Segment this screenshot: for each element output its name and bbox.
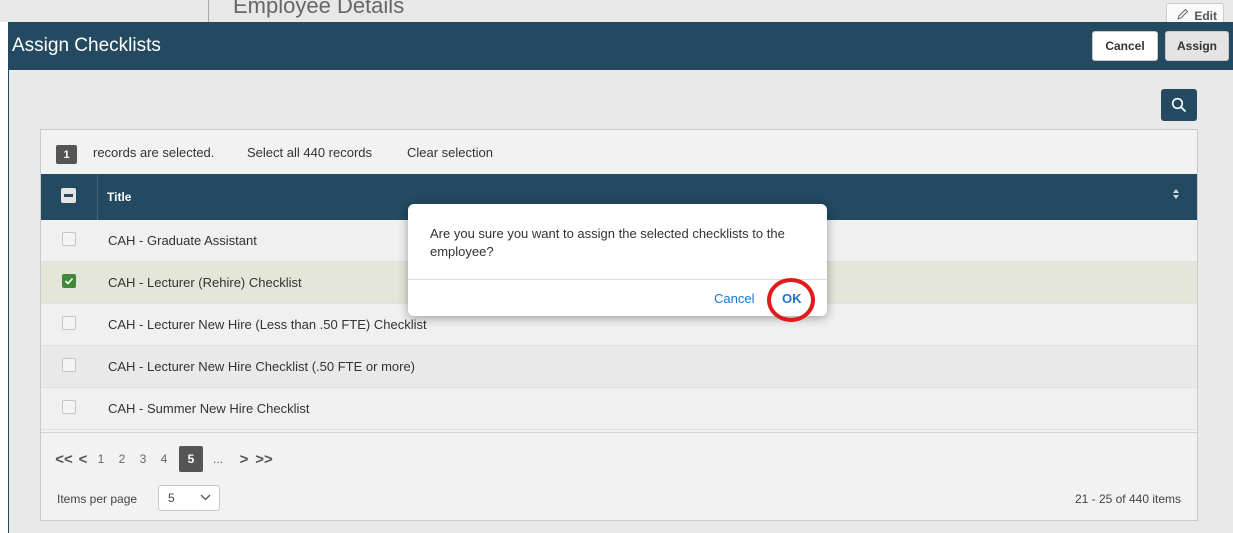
selected-text: records are selected. (93, 145, 215, 160)
page-4-button[interactable]: 4 (156, 446, 172, 472)
edit-label: Edit (1194, 9, 1217, 23)
row-title: CAH - Lecturer New Hire Checklist (.50 F… (108, 359, 416, 374)
search-icon (1171, 97, 1186, 112)
row-title: CAH - Lecturer (Rehire) Checklist (108, 275, 302, 290)
background-page-header (0, 0, 1233, 22)
selected-count-badge: 1 (56, 145, 77, 164)
first-page-button[interactable]: << (55, 446, 73, 472)
dialog-divider (408, 279, 827, 280)
row-checkbox[interactable] (62, 400, 76, 414)
dialog-cancel-button[interactable]: Cancel (714, 291, 754, 306)
checklist-grid: 1 records are selected. Select all 440 r… (40, 129, 1198, 521)
row-checkbox[interactable] (62, 274, 76, 288)
title-column-header[interactable]: Title (107, 190, 131, 204)
row-title: CAH - Graduate Assistant (108, 233, 257, 248)
row-checkbox[interactable] (62, 316, 76, 330)
page-3-button[interactable]: 3 (135, 446, 151, 472)
pencil-icon (1177, 8, 1189, 20)
items-per-page-select[interactable]: 5 (158, 485, 220, 511)
background-divider (208, 0, 209, 22)
header-divider (97, 174, 98, 220)
next-page-button[interactable]: > (238, 446, 250, 472)
select-all-checkbox[interactable] (61, 188, 76, 203)
last-page-button[interactable]: >> (255, 446, 273, 472)
chevron-down-icon (200, 494, 211, 501)
row-checkbox[interactable] (62, 358, 76, 372)
sort-icon[interactable] (1172, 188, 1180, 200)
page-5-button[interactable]: 5 (179, 446, 203, 472)
checkmark-icon (64, 277, 74, 285)
item-range-text: 21 - 25 of 440 items (1074, 492, 1181, 506)
background-page-title: Employee Details (233, 0, 405, 18)
items-per-page-label: Items per page (57, 492, 138, 506)
search-button[interactable] (1161, 89, 1197, 121)
modal-header: Assign Checklists Cancel Assign (9, 22, 1233, 70)
row-title: CAH - Lecturer New Hire (Less than .50 F… (108, 317, 427, 332)
row-title: CAH - Summer New Hire Checklist (108, 401, 310, 416)
pager-divider (41, 432, 1197, 433)
modal-cancel-button[interactable]: Cancel (1092, 31, 1158, 61)
background-edit-button: Edit (1166, 3, 1224, 23)
more-pages-button[interactable]: ... (210, 446, 226, 472)
modal-title: Assign Checklists (12, 35, 161, 56)
confirm-message: Are you sure you want to assign the sele… (430, 226, 785, 259)
items-per-page-value: 5 (168, 491, 175, 505)
page-2-button[interactable]: 2 (114, 446, 130, 472)
prev-page-button[interactable]: < (77, 446, 89, 472)
table-row[interactable]: CAH - Lecturer New Hire Checklist (.50 F… (41, 346, 1197, 388)
clear-selection-link[interactable]: Clear selection (407, 145, 493, 160)
row-checkbox[interactable] (62, 232, 76, 246)
assign-button[interactable]: Assign (1165, 31, 1229, 61)
confirm-dialog: Are you sure you want to assign the sele… (408, 204, 827, 316)
table-row[interactable]: CAH - Summer New Hire Checklist (41, 388, 1197, 430)
selection-bar: 1 records are selected. Select all 440 r… (41, 130, 1197, 174)
page-1-button[interactable]: 1 (93, 446, 109, 472)
select-all-link[interactable]: Select all 440 records (247, 145, 372, 160)
ok-highlight-circle (767, 278, 815, 322)
